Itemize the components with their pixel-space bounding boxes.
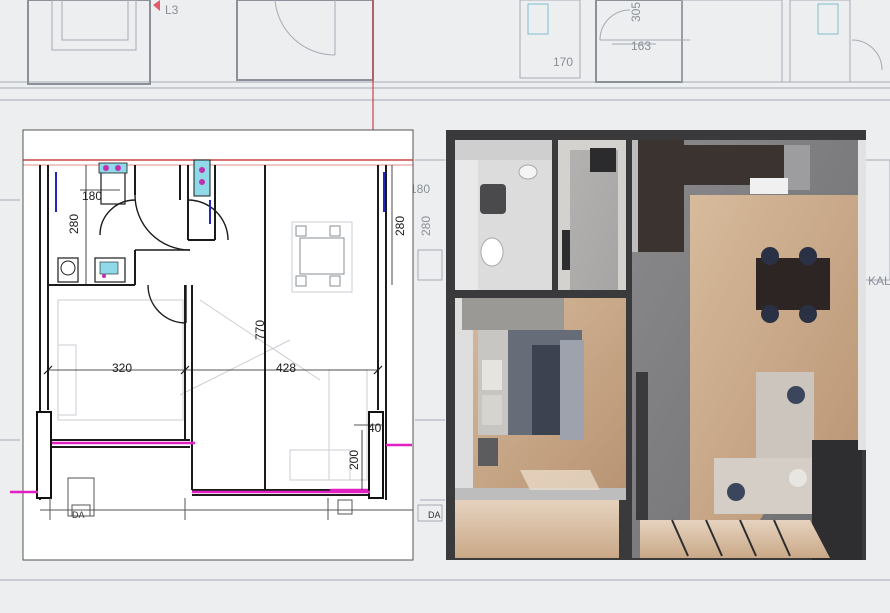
floor-plan-panel: 180 280 320 770 428 280 40 200 DA DA xyxy=(10,129,441,561)
dim-200: 200 xyxy=(347,450,361,470)
render-dining-table xyxy=(756,258,830,310)
dim-180: 180 xyxy=(82,189,102,203)
bg-label-kal: KAL xyxy=(868,274,890,288)
render-balcony-right xyxy=(640,520,830,558)
dim-40: 40 xyxy=(368,421,382,435)
bg-dim-163: 163 xyxy=(631,39,651,53)
label-da-right: DA xyxy=(428,510,441,520)
label-da-left: DA xyxy=(72,510,85,520)
render-balcony-left xyxy=(455,500,619,558)
wall-column-left xyxy=(36,411,52,499)
bg-dim-170: 170 xyxy=(553,55,573,69)
dim-280-right: 280 xyxy=(393,216,407,236)
stage: L3 170 163 305 KAL 180 280 180 280 320 7… xyxy=(0,0,890,613)
render-sink xyxy=(518,164,538,180)
dim-428: 428 xyxy=(276,361,296,375)
canvas: L3 170 163 305 KAL 180 280 180 280 320 7… xyxy=(0,0,890,581)
bg-dim-305: 305 xyxy=(629,2,643,22)
bg-level-label: L3 xyxy=(165,3,179,17)
render-sofa xyxy=(756,372,814,472)
render-kitchen-tall xyxy=(632,140,684,252)
dim-320: 320 xyxy=(112,361,132,375)
render-washer xyxy=(480,184,506,214)
level-marker-icon xyxy=(153,0,160,11)
render-3d-panel xyxy=(446,130,866,560)
dim-280: 280 xyxy=(67,214,81,234)
render-wardrobe xyxy=(462,298,564,330)
render-toilet xyxy=(480,237,504,267)
ghost-dim-280: 280 xyxy=(419,216,433,236)
dim-770: 770 xyxy=(253,320,267,340)
